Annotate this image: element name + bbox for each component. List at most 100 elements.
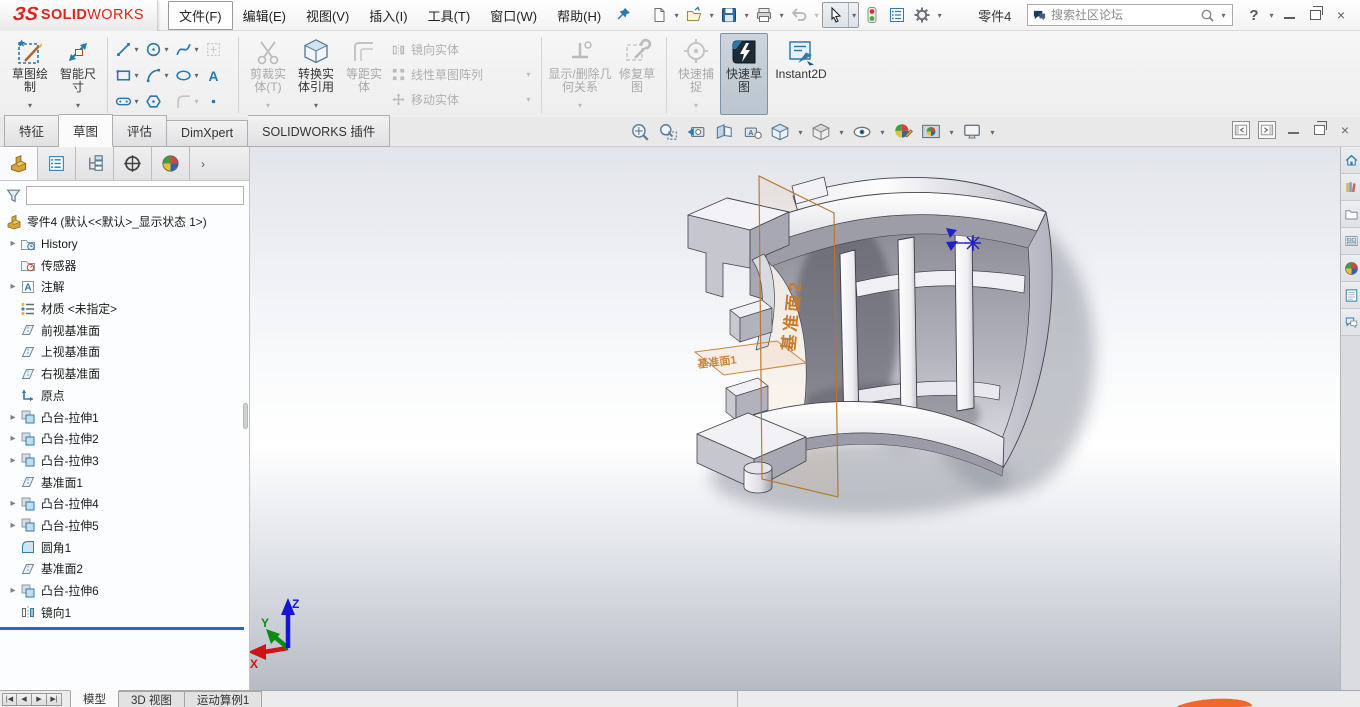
line-caret[interactable]: ▾ bbox=[132, 45, 141, 54]
nav-next-button[interactable]: ▶ bbox=[32, 693, 47, 706]
tree-item-material[interactable]: 材质 <未指定> bbox=[0, 298, 249, 320]
expand-panel-tabs-arrow[interactable]: › bbox=[190, 147, 216, 180]
doc-close-button[interactable]: × bbox=[1336, 121, 1354, 139]
tree-item-extrude5[interactable]: ▸凸台-拉伸5 bbox=[0, 515, 249, 537]
appearances-scenes-button[interactable] bbox=[1341, 255, 1360, 282]
circle-caret[interactable]: ▾ bbox=[162, 45, 171, 54]
collapse-panel-left-button[interactable] bbox=[1232, 121, 1250, 139]
rectangle-caret[interactable]: ▾ bbox=[132, 71, 141, 80]
menu-tools[interactable]: 工具(T) bbox=[418, 2, 481, 29]
nav-first-button[interactable]: |◀ bbox=[2, 693, 17, 706]
expand-arrow[interactable]: ▸ bbox=[6, 498, 20, 509]
search-box[interactable]: ▾ bbox=[1027, 4, 1233, 26]
tab-3d-views[interactable]: 3D 视图 bbox=[119, 691, 185, 707]
tree-item-extrude2[interactable]: ▸凸台-拉伸2 bbox=[0, 428, 249, 450]
tree-item-fillet1[interactable]: 圆角1 bbox=[0, 536, 249, 558]
rapid-sketch-button[interactable]: 快速草图 bbox=[720, 33, 768, 115]
tree-filter-input[interactable] bbox=[26, 186, 244, 205]
undo-caret[interactable]: ▾ bbox=[812, 11, 821, 20]
tree-root[interactable]: 零件4 (默认<<默认>_显示状态 1>) bbox=[0, 211, 249, 233]
view-settings-caret[interactable]: ▾ bbox=[988, 128, 997, 137]
zoom-area-button[interactable] bbox=[656, 120, 680, 144]
tree-item-extrude3[interactable]: ▸凸台-拉伸3 bbox=[0, 450, 249, 472]
custom-properties-button[interactable] bbox=[1341, 282, 1360, 309]
arc-caret[interactable]: ▾ bbox=[162, 71, 171, 80]
tab-featuremanager-tree[interactable] bbox=[0, 147, 38, 180]
convert-entities-button[interactable]: 转换实体引用 ▾ bbox=[292, 33, 340, 115]
select-caret[interactable]: ▾ bbox=[848, 3, 857, 27]
nav-prev-button[interactable]: ◀ bbox=[17, 693, 32, 706]
tree-item-origin[interactable]: 原点 bbox=[0, 385, 249, 407]
select-button[interactable] bbox=[824, 3, 848, 27]
restore-button[interactable] bbox=[1302, 4, 1328, 26]
save-button[interactable] bbox=[717, 3, 741, 27]
menu-insert[interactable]: 插入(I) bbox=[359, 2, 417, 29]
collapse-panel-right-button[interactable] bbox=[1258, 121, 1276, 139]
tab-display-manager[interactable] bbox=[152, 147, 190, 180]
open-button[interactable] bbox=[682, 3, 706, 27]
tree-item-extrude4[interactable]: ▸凸台-拉伸4 bbox=[0, 493, 249, 515]
ellipse-tool-icon[interactable] bbox=[175, 67, 192, 84]
sketch-picture-icon[interactable] bbox=[205, 41, 222, 58]
panel-splitter-handle[interactable] bbox=[243, 403, 248, 429]
expand-arrow[interactable]: ▸ bbox=[6, 520, 20, 531]
menu-window[interactable]: 窗口(W) bbox=[480, 2, 547, 29]
apply-scene-caret[interactable]: ▾ bbox=[947, 128, 956, 137]
tab-evaluate[interactable]: 评估 bbox=[113, 115, 167, 147]
help-button[interactable]: ? bbox=[1241, 4, 1267, 26]
doc-restore-button[interactable] bbox=[1310, 121, 1328, 139]
search-caret[interactable]: ▾ bbox=[1219, 11, 1228, 20]
fillet-caret[interactable]: ▾ bbox=[192, 97, 201, 106]
previous-view-button[interactable] bbox=[684, 120, 708, 144]
circle-tool-icon[interactable] bbox=[145, 41, 162, 58]
options-gear-button[interactable] bbox=[910, 3, 934, 27]
tree-item-annotations[interactable]: ▸注解 bbox=[0, 276, 249, 298]
expand-arrow[interactable]: ▸ bbox=[6, 585, 20, 596]
rebuild-button[interactable] bbox=[860, 3, 884, 27]
tab-sketch[interactable]: 草图 bbox=[59, 114, 113, 147]
zoom-fit-button[interactable] bbox=[628, 120, 652, 144]
line-tool-icon[interactable] bbox=[115, 41, 132, 58]
search-icon[interactable] bbox=[1200, 8, 1215, 23]
options-caret[interactable]: ▾ bbox=[935, 11, 944, 20]
tree-item-sensors[interactable]: 传感器 bbox=[0, 254, 249, 276]
expand-arrow[interactable]: ▸ bbox=[6, 455, 20, 466]
tree-item-mirror1[interactable]: 镜向1 bbox=[0, 601, 249, 623]
doc-minimize-button[interactable] bbox=[1284, 121, 1302, 139]
tree-item-front-plane[interactable]: 前视基准面 bbox=[0, 319, 249, 341]
view-settings-button[interactable] bbox=[960, 120, 984, 144]
sketch-fillet-icon[interactable] bbox=[175, 93, 192, 110]
search-input[interactable] bbox=[1051, 8, 1196, 22]
smart-dimension-button[interactable]: 智能尺寸 ▾ bbox=[54, 33, 102, 115]
text-tool-icon[interactable] bbox=[205, 67, 222, 84]
display-style-caret[interactable]: ▾ bbox=[837, 128, 846, 137]
hide-show-items-button[interactable] bbox=[850, 120, 874, 144]
display-options-button[interactable] bbox=[885, 3, 909, 27]
graphics-viewport[interactable]: 基准面2 基准面1 X Y Z bbox=[250, 147, 1340, 690]
convert-entities-caret[interactable]: ▾ bbox=[312, 99, 321, 114]
tab-configuration-manager[interactable] bbox=[76, 147, 114, 180]
nav-last-button[interactable]: ▶| bbox=[47, 693, 62, 706]
ellipse-caret[interactable]: ▾ bbox=[192, 71, 201, 80]
pin-menu-icon[interactable] bbox=[615, 6, 633, 24]
tree-item-extrude1[interactable]: ▸凸台-拉伸1 bbox=[0, 406, 249, 428]
forum-button[interactable] bbox=[1341, 309, 1360, 336]
help-caret[interactable]: ▾ bbox=[1267, 11, 1276, 20]
tab-features[interactable]: 特征 bbox=[4, 115, 59, 147]
tab-motion-study[interactable]: 运动算例1 bbox=[185, 691, 262, 707]
tab-addins[interactable]: SOLIDWORKS 插件 bbox=[248, 115, 390, 147]
tab-dimxpert-manager[interactable] bbox=[114, 147, 152, 180]
tree-item-plane1[interactable]: 基准面1 bbox=[0, 471, 249, 493]
tree-item-plane2[interactable]: 基准面2 bbox=[0, 558, 249, 580]
tab-dimxpert[interactable]: DimXpert bbox=[167, 120, 248, 147]
arc-tool-icon[interactable] bbox=[145, 67, 162, 84]
resources-home-button[interactable] bbox=[1341, 147, 1360, 174]
expand-arrow[interactable]: ▸ bbox=[6, 281, 20, 292]
expand-arrow[interactable]: ▸ bbox=[6, 238, 20, 249]
tree-item-top-plane[interactable]: 上视基准面 bbox=[0, 341, 249, 363]
point-tool-icon[interactable] bbox=[205, 93, 222, 110]
menu-file[interactable]: 文件(F) bbox=[168, 1, 233, 30]
polygon-tool-icon[interactable] bbox=[145, 93, 162, 110]
section-view-button[interactable] bbox=[712, 120, 736, 144]
new-document-button[interactable] bbox=[647, 3, 671, 27]
